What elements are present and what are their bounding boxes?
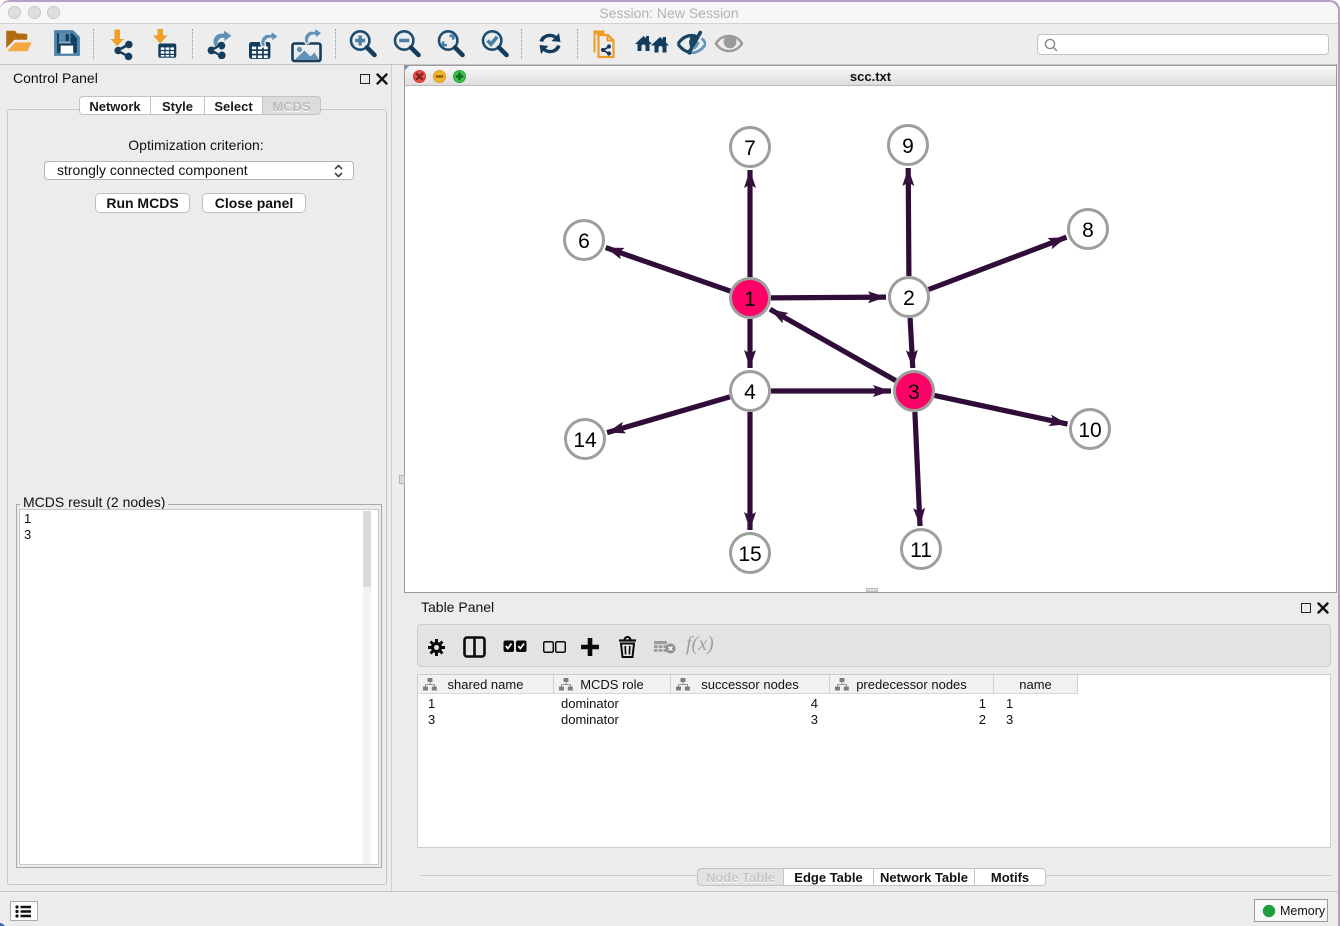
svg-text:6: 6 bbox=[578, 230, 590, 253]
svg-text:7: 7 bbox=[744, 137, 756, 160]
svg-text:2: 2 bbox=[903, 287, 915, 310]
svg-text:10: 10 bbox=[1078, 419, 1101, 442]
svg-text:1: 1 bbox=[744, 288, 756, 311]
svg-text:15: 15 bbox=[738, 543, 761, 566]
svg-text:8: 8 bbox=[1082, 219, 1094, 242]
svg-text:3: 3 bbox=[908, 381, 920, 404]
svg-text:11: 11 bbox=[910, 539, 932, 562]
svg-text:9: 9 bbox=[902, 135, 914, 158]
svg-text:4: 4 bbox=[744, 381, 756, 404]
svg-text:14: 14 bbox=[573, 429, 597, 452]
